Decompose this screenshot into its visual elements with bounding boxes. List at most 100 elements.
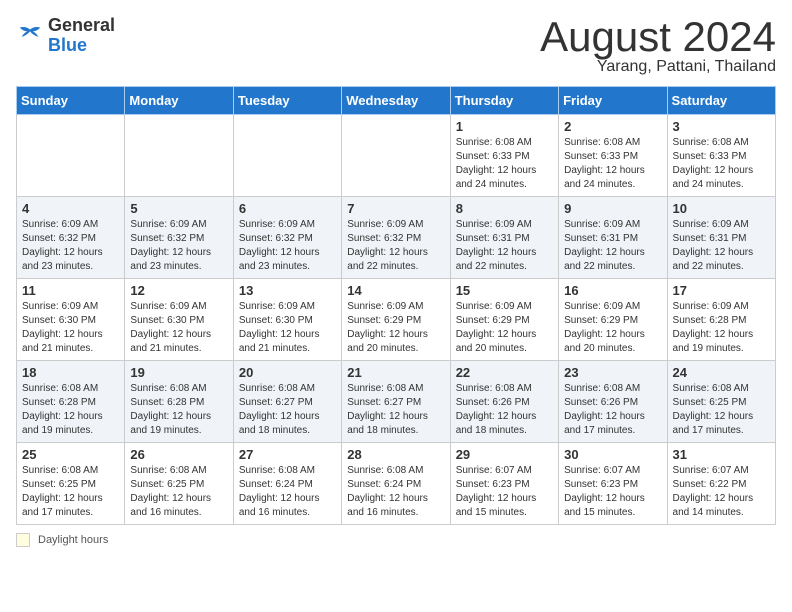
calendar-week-row: 1 Sunrise: 6:08 AM Sunset: 6:33 PM Daylig… [17,115,776,197]
calendar-day-cell: 22Sunrise: 6:08 AM Sunset: 6:26 PM Dayli… [450,361,558,443]
day-header-monday: Monday [125,87,233,115]
day-info: Sunrise: 6:08 AM Sunset: 6:25 PM Dayligh… [673,382,770,438]
day-number: 2 [564,119,661,134]
day-number: 18 [22,365,119,380]
day-info: Sunrise: 6:08 AM Sunset: 6:33 PM Dayligh… [456,136,553,192]
calendar-day-cell: 3Sunrise: 6:08 AM Sunset: 6:33 PM Daylig… [667,115,775,197]
day-number: 5 [130,201,227,216]
day-number: 16 [564,283,661,298]
day-info: Sunrise: 6:09 AM Sunset: 6:30 PM Dayligh… [239,300,336,356]
calendar-day-cell [125,115,233,197]
calendar-day-cell: 31Sunrise: 6:07 AM Sunset: 6:22 PM Dayli… [667,443,775,525]
calendar-day-cell: 27 Sunrise: 6:08 AM Sunset: 6:24 PM Dayli… [233,443,341,525]
calendar-day-cell: 9 Sunrise: 6:09 AM Sunset: 6:31 PM Daylig… [559,197,667,279]
day-info: Sunrise: 6:09 AM Sunset: 6:28 PM Dayligh… [673,300,770,356]
day-info: Sunrise: 6:09 AM Sunset: 6:30 PM Dayligh… [130,300,227,356]
title-area: August 2024 Yarang, Pattani, Thailand [540,16,776,76]
day-number: 25 [22,447,119,462]
calendar-day-cell: 17 Sunrise: 6:09 AM Sunset: 6:28 PM Dayli… [667,279,775,361]
day-number: 15 [456,283,553,298]
calendar-week-row: 25 Sunrise: 6:08 AM Sunset: 6:25 PM Dayli… [17,443,776,525]
day-number: 24 [673,365,770,380]
calendar-day-cell: 20 Sunrise: 6:08 AM Sunset: 6:27 PM Dayli… [233,361,341,443]
day-number: 20 [239,365,336,380]
day-info: Sunrise: 6:09 AM Sunset: 6:30 PM Dayligh… [22,300,119,356]
day-info: Sunrise: 6:09 AM Sunset: 6:29 PM Dayligh… [564,300,661,356]
calendar-table: SundayMondayTuesdayWednesdayThursdayFrid… [16,86,776,525]
day-number: 4 [22,201,119,216]
calendar-day-cell: 23 Sunrise: 6:08 AM Sunset: 6:26 PM Dayli… [559,361,667,443]
day-info: Sunrise: 6:07 AM Sunset: 6:23 PM Dayligh… [564,464,661,520]
calendar-day-cell: 30 Sunrise: 6:07 AM Sunset: 6:23 PM Dayli… [559,443,667,525]
calendar-day-cell [233,115,341,197]
day-number: 9 [564,201,661,216]
calendar-header-row: SundayMondayTuesdayWednesdayThursdayFrid… [17,87,776,115]
day-info: Sunrise: 6:08 AM Sunset: 6:33 PM Dayligh… [564,136,661,192]
day-number: 3 [673,119,770,134]
day-number: 21 [347,365,444,380]
calendar-day-cell: 7Sunrise: 6:09 AM Sunset: 6:32 PM Daylig… [342,197,450,279]
calendar-day-cell [17,115,125,197]
day-info: Sunrise: 6:08 AM Sunset: 6:26 PM Dayligh… [564,382,661,438]
calendar-day-cell: 5 Sunrise: 6:09 AM Sunset: 6:32 PM Daylig… [125,197,233,279]
header: General Blue August 2024 Yarang, Pattani… [16,16,776,76]
calendar-week-row: 18 Sunrise: 6:08 AM Sunset: 6:28 PM Dayli… [17,361,776,443]
calendar-subtitle: Yarang, Pattani, Thailand [540,58,776,76]
day-info: Sunrise: 6:07 AM Sunset: 6:23 PM Dayligh… [456,464,553,520]
calendar-day-cell: 14Sunrise: 6:09 AM Sunset: 6:29 PM Dayli… [342,279,450,361]
day-info: Sunrise: 6:08 AM Sunset: 6:24 PM Dayligh… [239,464,336,520]
day-info: Sunrise: 6:09 AM Sunset: 6:31 PM Dayligh… [564,218,661,274]
day-header-thursday: Thursday [450,87,558,115]
day-number: 19 [130,365,227,380]
calendar-day-cell: 21Sunrise: 6:08 AM Sunset: 6:27 PM Dayli… [342,361,450,443]
day-number: 26 [130,447,227,462]
logo-blue-text: Blue [48,36,115,56]
day-info: Sunrise: 6:09 AM Sunset: 6:31 PM Dayligh… [673,218,770,274]
calendar-day-cell: 25 Sunrise: 6:08 AM Sunset: 6:25 PM Dayli… [17,443,125,525]
day-number: 1 [456,119,553,134]
calendar-day-cell: 1 Sunrise: 6:08 AM Sunset: 6:33 PM Daylig… [450,115,558,197]
day-info: Sunrise: 6:09 AM Sunset: 6:29 PM Dayligh… [456,300,553,356]
day-info: Sunrise: 6:09 AM Sunset: 6:32 PM Dayligh… [130,218,227,274]
day-number: 27 [239,447,336,462]
day-info: Sunrise: 6:08 AM Sunset: 6:25 PM Dayligh… [130,464,227,520]
day-info: Sunrise: 6:09 AM Sunset: 6:29 PM Dayligh… [347,300,444,356]
calendar-day-cell: 6 Sunrise: 6:09 AM Sunset: 6:32 PM Daylig… [233,197,341,279]
day-info: Sunrise: 6:09 AM Sunset: 6:32 PM Dayligh… [239,218,336,274]
calendar-day-cell: 11 Sunrise: 6:09 AM Sunset: 6:30 PM Dayli… [17,279,125,361]
day-number: 30 [564,447,661,462]
day-header-saturday: Saturday [667,87,775,115]
calendar-day-cell: 2 Sunrise: 6:08 AM Sunset: 6:33 PM Daylig… [559,115,667,197]
day-info: Sunrise: 6:08 AM Sunset: 6:27 PM Dayligh… [239,382,336,438]
calendar-week-row: 4 Sunrise: 6:09 AM Sunset: 6:32 PM Daylig… [17,197,776,279]
calendar-day-cell: 13 Sunrise: 6:09 AM Sunset: 6:30 PM Dayli… [233,279,341,361]
day-number: 10 [673,201,770,216]
day-info: Sunrise: 6:08 AM Sunset: 6:28 PM Dayligh… [130,382,227,438]
footer-label: Daylight hours [38,534,108,546]
calendar-day-cell: 26 Sunrise: 6:08 AM Sunset: 6:25 PM Dayli… [125,443,233,525]
calendar-day-cell: 15 Sunrise: 6:09 AM Sunset: 6:29 PM Dayli… [450,279,558,361]
calendar-day-cell: 28Sunrise: 6:08 AM Sunset: 6:24 PM Dayli… [342,443,450,525]
calendar-day-cell: 8Sunrise: 6:09 AM Sunset: 6:31 PM Daylig… [450,197,558,279]
day-info: Sunrise: 6:09 AM Sunset: 6:32 PM Dayligh… [347,218,444,274]
day-info: Sunrise: 6:08 AM Sunset: 6:26 PM Dayligh… [456,382,553,438]
day-number: 17 [673,283,770,298]
calendar-title: August 2024 [540,16,776,58]
day-number: 31 [673,447,770,462]
calendar-day-cell: 18Sunrise: 6:08 AM Sunset: 6:28 PM Dayli… [17,361,125,443]
day-header-tuesday: Tuesday [233,87,341,115]
day-number: 13 [239,283,336,298]
day-header-wednesday: Wednesday [342,87,450,115]
day-number: 11 [22,283,119,298]
day-number: 8 [456,201,553,216]
calendar-day-cell: 4Sunrise: 6:09 AM Sunset: 6:32 PM Daylig… [17,197,125,279]
calendar-week-row: 11 Sunrise: 6:09 AM Sunset: 6:30 PM Dayli… [17,279,776,361]
calendar-day-cell [342,115,450,197]
logo-bird-icon [16,22,44,50]
day-info: Sunrise: 6:08 AM Sunset: 6:25 PM Dayligh… [22,464,119,520]
day-info: Sunrise: 6:08 AM Sunset: 6:24 PM Dayligh… [347,464,444,520]
day-number: 6 [239,201,336,216]
logo-text: General Blue [48,16,115,56]
calendar-day-cell: 19 Sunrise: 6:08 AM Sunset: 6:28 PM Dayli… [125,361,233,443]
day-number: 23 [564,365,661,380]
